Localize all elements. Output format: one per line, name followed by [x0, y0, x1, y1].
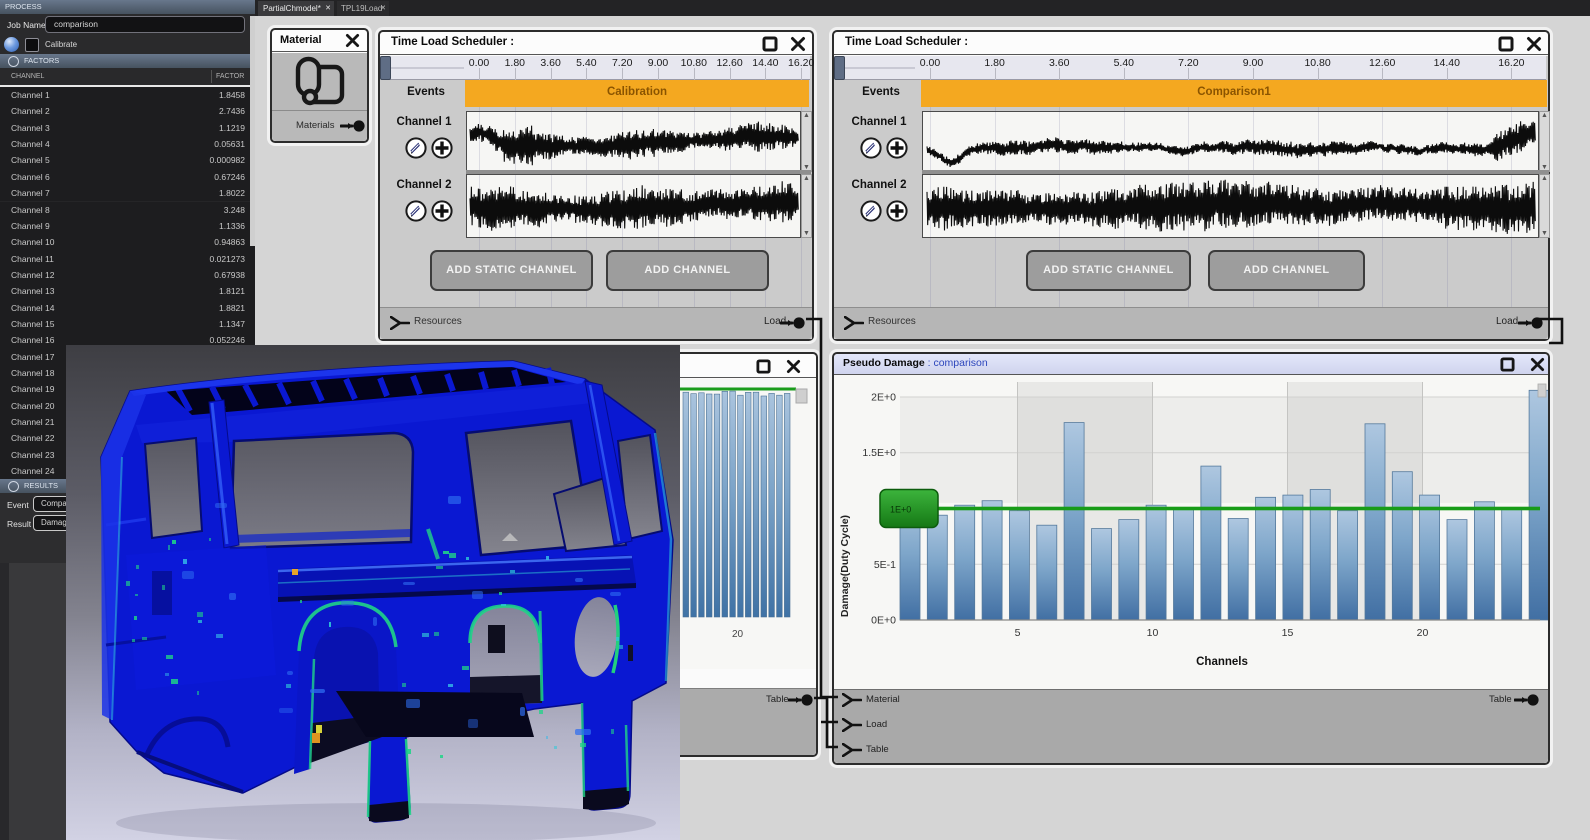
svg-text:0E+0: 0E+0 — [871, 615, 896, 627]
svg-text:Damage(Duty Cycle): Damage(Duty Cycle) — [839, 515, 851, 617]
svg-text:Channels: Channels — [1196, 656, 1248, 668]
svg-text:5E-1: 5E-1 — [874, 559, 896, 571]
svg-text:20: 20 — [1417, 627, 1429, 639]
svg-text:1E+0: 1E+0 — [890, 505, 911, 515]
svg-text:10: 10 — [1147, 627, 1159, 639]
svg-text:1.5E+0: 1.5E+0 — [862, 447, 896, 459]
svg-text:20: 20 — [732, 629, 744, 640]
svg-text:2E+0: 2E+0 — [871, 392, 896, 404]
svg-text:15: 15 — [1282, 627, 1294, 639]
svg-text:5: 5 — [1015, 627, 1021, 639]
